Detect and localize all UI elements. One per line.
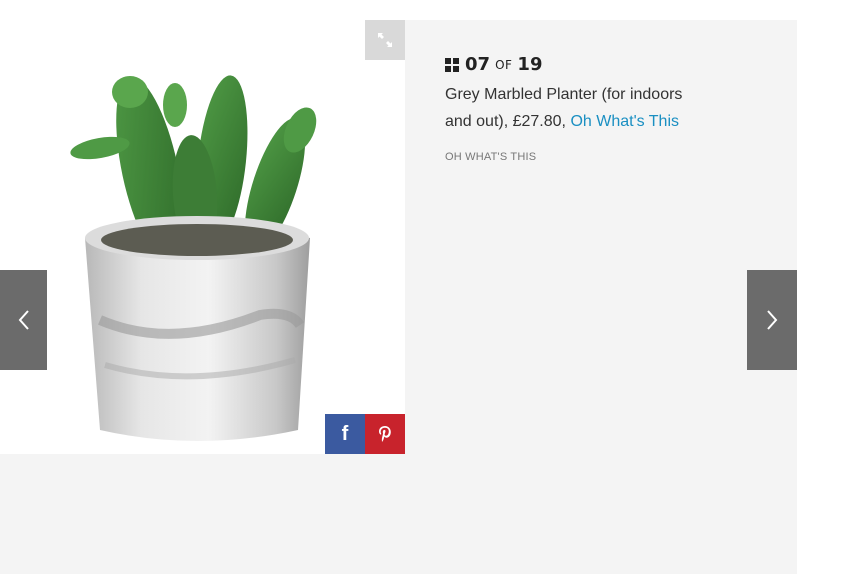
- of-label: OF: [495, 57, 513, 72]
- cactus-planter-image: [70, 75, 317, 441]
- total-slides-number: 19: [517, 54, 543, 75]
- product-image[interactable]: [0, 20, 405, 454]
- expand-icon: [378, 33, 392, 47]
- current-slide-number: 07: [465, 54, 491, 75]
- pinterest-icon: [379, 426, 391, 442]
- slide-caption: Grey Marbled Planter (for indoors and ou…: [445, 81, 685, 135]
- slide-info: 07 OF 19 Grey Marbled Planter (for indoo…: [445, 54, 685, 163]
- facebook-share-button[interactable]: f: [325, 414, 365, 454]
- slide-counter: 07 OF 19: [445, 54, 685, 75]
- chevron-right-icon: [767, 310, 778, 330]
- grid-icon[interactable]: [445, 57, 459, 72]
- chevron-left-icon: [18, 310, 29, 330]
- facebook-icon: f: [341, 423, 349, 445]
- previous-slide-button[interactable]: [0, 270, 47, 370]
- image-credit: OH WHAT'S THIS: [445, 151, 537, 163]
- pinterest-share-button[interactable]: [365, 414, 405, 454]
- expand-button[interactable]: [365, 20, 405, 60]
- next-slide-button[interactable]: [747, 270, 797, 370]
- caption-link[interactable]: Oh What's This: [570, 113, 679, 130]
